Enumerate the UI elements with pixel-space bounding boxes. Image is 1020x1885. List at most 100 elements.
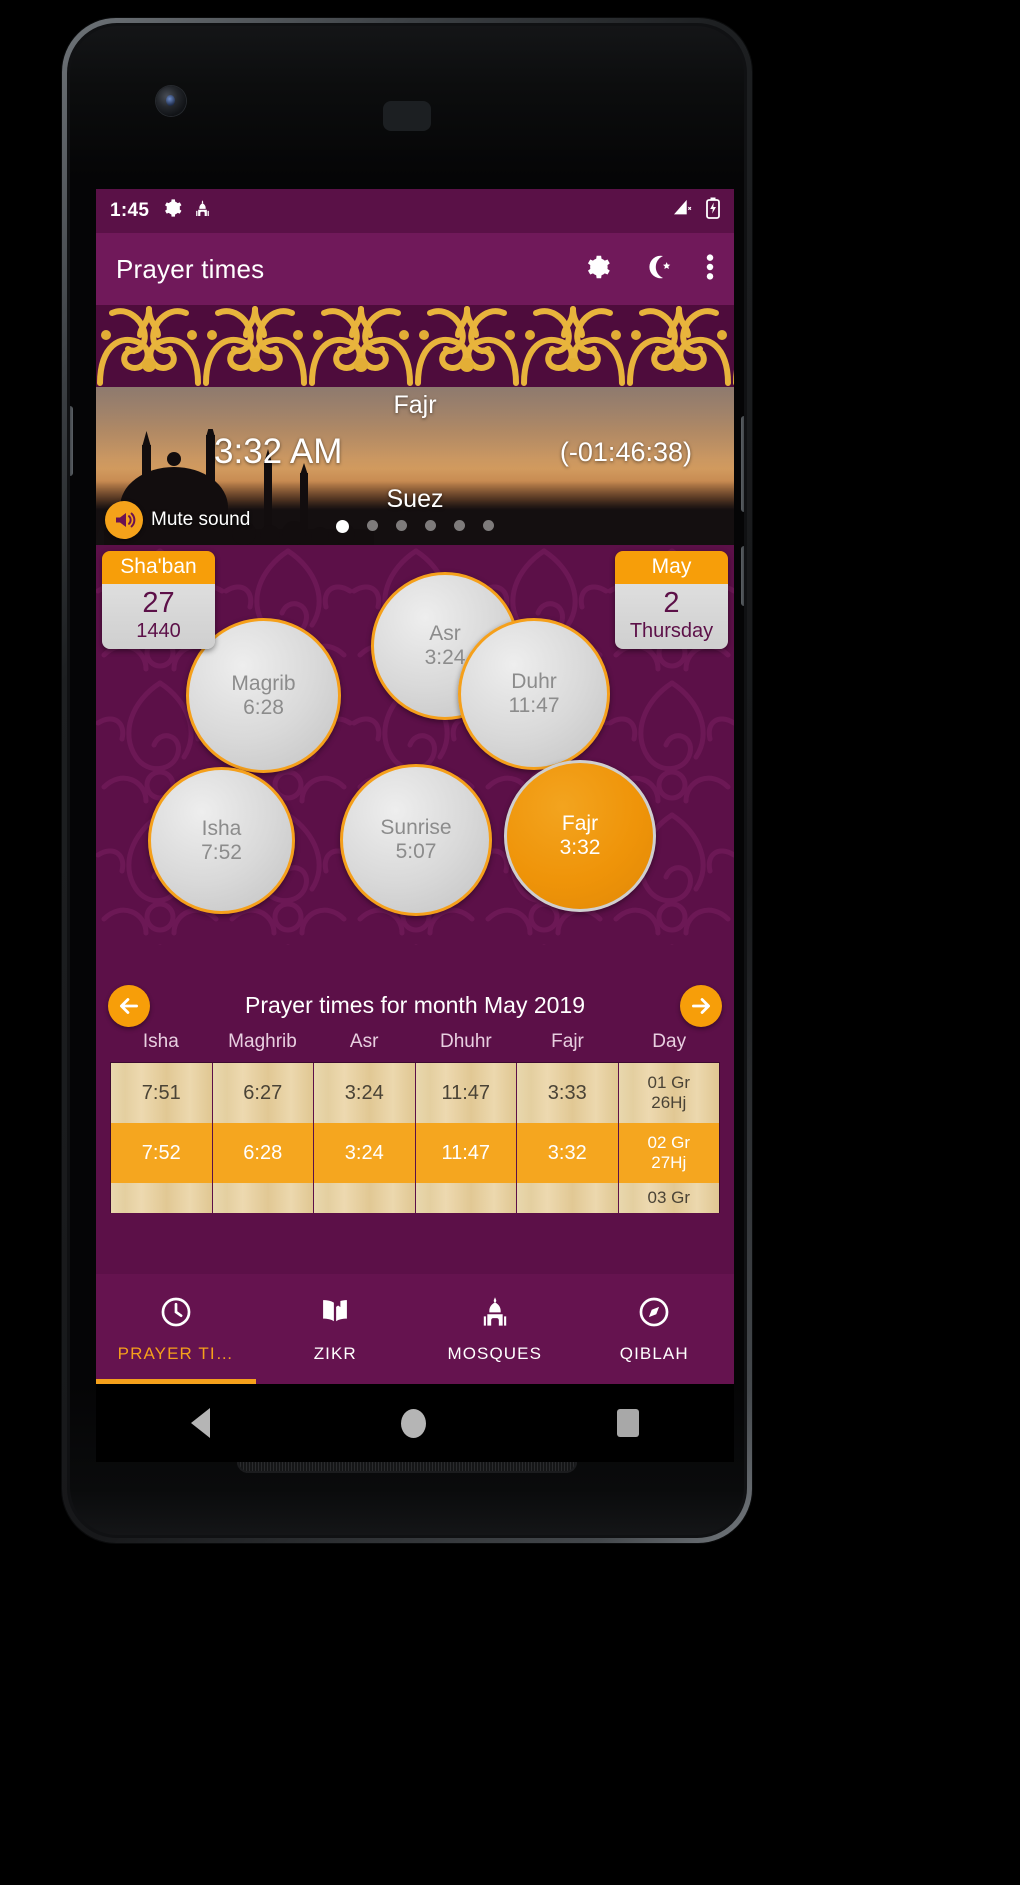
previous-month-button[interactable] <box>108 985 150 1027</box>
hijri-date-card[interactable]: Sha'ban 27 1440 <box>102 551 215 650</box>
hijri-month: Sha'ban <box>102 551 215 584</box>
cell-fajr: 3:32 <box>517 1123 619 1183</box>
column-header-dhuhr: Dhuhr <box>439 1031 492 1052</box>
page-dot-4[interactable] <box>425 520 436 531</box>
month-title: Prayer times for month May 2019 <box>244 991 586 1018</box>
page-dot-2[interactable] <box>367 520 378 531</box>
cell-day: 02 Gr 27Hj <box>618 1123 719 1183</box>
month-header: Prayer times for month May 2019 <box>96 979 734 1031</box>
android-navigation-bar <box>96 1384 734 1462</box>
cell-day: 03 Gr <box>618 1183 719 1213</box>
phone-screen: 1:45 Prayer times Fajr 3:32 AM (-01:46:3… <box>96 189 734 1384</box>
tab-label: PRAYER TI… <box>117 1343 234 1363</box>
front-camera-icon <box>156 86 186 116</box>
cell-isha: 7:51 <box>111 1063 213 1123</box>
cell-day-gregorian: 03 Gr <box>647 1188 691 1208</box>
gregorian-weekday: Thursday <box>629 620 714 643</box>
cell-fajr: 3:33 <box>517 1063 619 1123</box>
page-dot-1[interactable] <box>336 520 349 533</box>
tab-label: MOSQUES <box>447 1343 543 1363</box>
mosque-icon <box>478 1295 512 1334</box>
table-row[interactable]: 7:52 6:28 3:24 11:47 3:32 02 Gr 27Hj <box>111 1123 719 1183</box>
tab-qiblah[interactable]: QIBLAH <box>575 1274 735 1384</box>
prayer-circles-section: Sha'ban 27 1440 May 2 Thursday Asr 3:24 … <box>96 545 734 945</box>
tab-mosques[interactable]: MOSQUES <box>415 1274 575 1384</box>
clock-icon <box>159 1295 193 1334</box>
prayer-circle-isha[interactable]: Isha 7:52 <box>148 767 295 914</box>
mosque-icon <box>193 199 212 224</box>
month-table[interactable]: 7:51 6:27 3:24 11:47 3:33 01 Gr 26Hj 7:5… <box>110 1062 720 1213</box>
page-dot-5[interactable] <box>454 520 465 531</box>
tab-zikr[interactable]: ZIKR <box>256 1274 416 1384</box>
cell-maghrib <box>212 1183 314 1213</box>
prayer-name: Fajr <box>561 812 599 836</box>
power-button[interactable] <box>741 416 744 512</box>
cell-day-hijri: 26Hj <box>651 1093 687 1112</box>
prayer-time: 7:52 <box>201 840 242 864</box>
next-prayer-banner[interactable]: Fajr 3:32 AM (-01:46:38) Suez Mute sound <box>96 387 734 545</box>
home-circle-icon[interactable] <box>400 1408 426 1438</box>
status-bar: 1:45 <box>96 189 734 233</box>
cell-dhuhr: 11:47 <box>415 1123 517 1183</box>
overflow-menu-icon[interactable] <box>706 252 714 287</box>
page-dot-6[interactable] <box>483 520 494 531</box>
recents-square-icon[interactable] <box>616 1409 639 1437</box>
prayer-time: 3:24 <box>424 646 466 669</box>
tab-prayer-times[interactable]: PRAYER TI… <box>96 1274 256 1384</box>
page-title: Prayer times <box>116 253 265 284</box>
prayer-name: Magrib <box>231 671 296 695</box>
prayer-circle-fajr[interactable]: Fajr 3:32 <box>504 760 656 912</box>
gregorian-date-card[interactable]: May 2 Thursday <box>615 551 728 650</box>
page-dot-3[interactable] <box>396 520 407 531</box>
prayer-time: 11:47 <box>508 694 560 717</box>
status-clock: 1:45 <box>110 200 150 221</box>
page-indicator[interactable] <box>96 520 734 533</box>
prayer-name: Isha <box>201 816 242 840</box>
cell-asr: 3:24 <box>314 1063 416 1123</box>
prayer-circle-sunrise[interactable]: Sunrise 5:07 <box>340 764 492 916</box>
app-bar-actions <box>582 252 714 287</box>
tab-label: ZIKR <box>313 1343 357 1363</box>
gregorian-body: 2 Thursday <box>615 584 728 650</box>
table-row[interactable]: 7:51 6:27 3:24 11:47 3:33 01 Gr 26Hj <box>111 1063 719 1123</box>
battery-charging-icon <box>706 197 720 225</box>
cell-isha: 7:52 <box>111 1123 213 1183</box>
gregorian-month: May <box>615 551 728 584</box>
prayer-time: 6:28 <box>243 695 284 719</box>
tab-label: QIBLAH <box>619 1343 689 1363</box>
column-header-day: Day <box>652 1031 687 1052</box>
phone-bezel: 1:45 Prayer times Fajr 3:32 AM (-01:46:3… <box>67 23 747 1538</box>
cell-maghrib: 6:27 <box>212 1063 314 1123</box>
volume-button[interactable] <box>741 546 744 606</box>
prayer-circle-duhr[interactable]: Duhr 11:47 <box>458 618 610 770</box>
app-bar: Prayer times <box>96 233 734 305</box>
hero-prayer-time: 3:32 AM <box>214 432 343 471</box>
book-icon <box>318 1295 352 1334</box>
status-right-icons <box>672 197 720 225</box>
column-header-isha: Isha <box>142 1031 179 1052</box>
month-table-panel: Prayer times for month May 2019 Isha Mag… <box>96 979 734 1274</box>
cell-isha <box>111 1183 213 1213</box>
cell-dhuhr <box>415 1183 517 1213</box>
next-month-button[interactable] <box>680 985 722 1027</box>
hijri-year: 1440 <box>136 620 181 643</box>
phone-glass: 1:45 Prayer times Fajr 3:32 AM (-01:46:3… <box>70 26 744 1535</box>
ornamental-border <box>96 305 734 387</box>
settings-gear-icon[interactable] <box>582 252 612 287</box>
table-row[interactable]: 03 Gr <box>111 1183 719 1213</box>
gregorian-day: 2 <box>663 587 680 619</box>
cell-dhuhr: 11:47 <box>415 1063 517 1123</box>
hero-prayer-name: Fajr <box>393 391 437 419</box>
cell-asr <box>314 1183 416 1213</box>
bottom-navigation: PRAYER TI… ZIKR MOSQUES QIBLAH <box>96 1274 734 1384</box>
cell-day-gregorian: 02 Gr <box>647 1133 691 1153</box>
status-left-icons <box>162 198 212 224</box>
prayer-name: Sunrise <box>380 816 452 840</box>
crescent-star-icon[interactable] <box>644 252 674 287</box>
back-triangle-icon[interactable] <box>191 1408 211 1438</box>
left-side-button[interactable] <box>70 406 73 476</box>
cell-maghrib: 6:28 <box>212 1123 314 1183</box>
cell-day-gregorian: 01 Gr <box>647 1073 691 1093</box>
hijri-body: 27 1440 <box>102 584 215 650</box>
prayer-time: 3:32 <box>559 836 601 859</box>
